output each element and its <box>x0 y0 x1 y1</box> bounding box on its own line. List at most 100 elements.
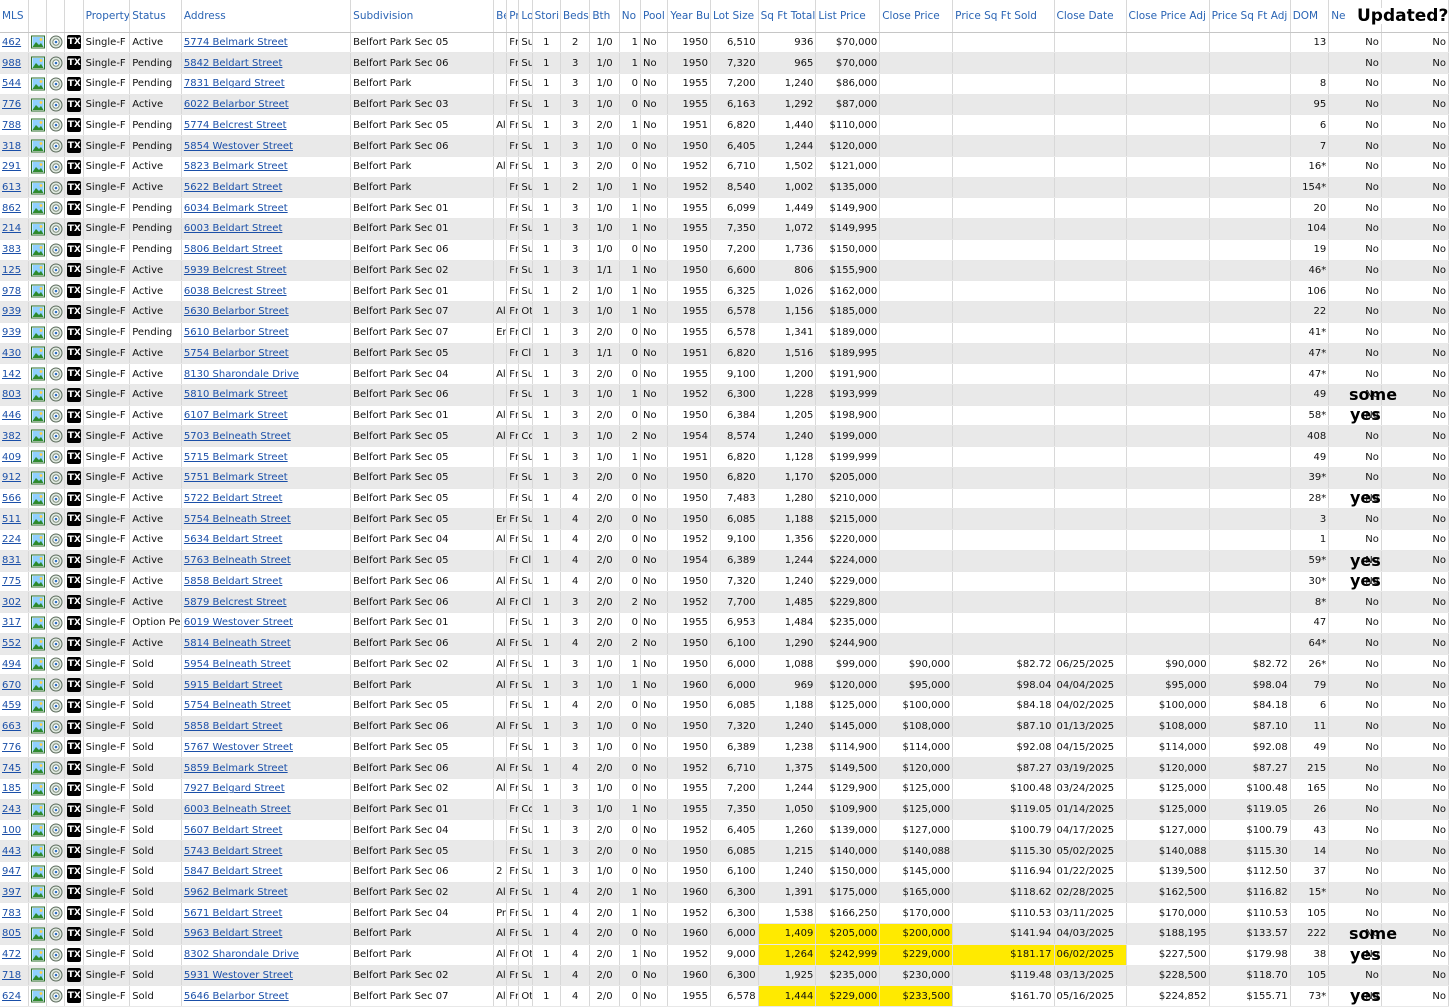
address-link[interactable]: 5858 Beldart Street <box>184 576 283 587</box>
table-row[interactable]: 397 TX Single-F Sold 5962 Belmark Street Belf… <box>0 882 1449 904</box>
address-link[interactable]: 5610 Belarbor Street <box>184 327 289 338</box>
address-link[interactable]: 6003 Belneath Street <box>184 804 291 815</box>
table-row[interactable]: 462 TX Single-F Active 5774 Belmark Street Be… <box>0 32 1449 54</box>
address-link[interactable]: 6034 Belmark Street <box>184 203 288 214</box>
address-link[interactable]: 6107 Belmark Street <box>184 410 288 421</box>
photo-icon[interactable] <box>30 139 45 153</box>
table-row[interactable]: 566 TX Single-F Active 5722 Beldart Street Be… <box>0 488 1449 510</box>
tx-badge-icon[interactable]: TX <box>67 885 82 900</box>
globe-icon[interactable] <box>49 968 63 982</box>
address-link[interactable]: 5823 Belmark Street <box>184 161 288 172</box>
column-header[interactable] <box>64 0 84 33</box>
photo-icon[interactable] <box>30 761 45 775</box>
column-header[interactable]: Status <box>129 0 182 33</box>
globe-icon[interactable] <box>49 657 63 671</box>
globe-icon[interactable] <box>49 181 63 194</box>
tx-badge-icon[interactable]: TX <box>67 284 82 299</box>
address-link[interactable]: 5854 Westover Street <box>184 141 293 152</box>
table-row[interactable]: 443 TX Single-F Sold 5743 Beldart Street Belf… <box>0 840 1449 862</box>
address-link[interactable]: 5939 Belcrest Street <box>184 265 287 276</box>
photo-icon[interactable] <box>30 968 45 982</box>
address-link[interactable]: 5879 Belcrest Street <box>184 597 287 608</box>
mls-link[interactable]: 291 <box>2 161 21 172</box>
tx-badge-icon[interactable]: TX <box>67 926 82 941</box>
photo-icon[interactable] <box>30 906 45 920</box>
tx-badge-icon[interactable]: TX <box>67 450 82 465</box>
globe-icon[interactable] <box>49 263 63 277</box>
address-link[interactable]: 5767 Westover Street <box>184 742 293 753</box>
mls-link[interactable]: 462 <box>2 37 21 48</box>
tx-badge-icon[interactable]: TX <box>67 574 82 589</box>
tx-badge-icon[interactable]: TX <box>67 615 82 630</box>
table-row[interactable]: 912 TX Single-F Active 5751 Belmark Street Be… <box>0 467 1449 489</box>
address-link[interactable]: 8302 Sharondale Drive <box>184 949 299 960</box>
address-link[interactable]: 6003 Beldart Street <box>184 223 283 234</box>
table-row[interactable]: 718 TX Single-F Sold 5931 Westover Street Bel… <box>0 965 1449 987</box>
globe-icon[interactable] <box>49 803 63 817</box>
photo-icon[interactable] <box>30 222 45 236</box>
photo-icon[interactable] <box>30 305 45 319</box>
globe-icon[interactable] <box>49 989 63 1003</box>
tx-badge-icon[interactable]: TX <box>67 906 82 921</box>
table-row[interactable]: 776 TX Single-F Sold 5767 Westover Street Bel… <box>0 736 1449 759</box>
mls-link[interactable]: 125 <box>2 265 21 276</box>
photo-icon[interactable] <box>30 616 45 630</box>
address-link[interactable]: 5722 Beldart Street <box>184 493 283 504</box>
table-row[interactable]: 382 TX Single-F Active 5703 Belneath Street B… <box>0 425 1449 448</box>
mls-link[interactable]: 409 <box>2 452 21 463</box>
tx-badge-icon[interactable]: TX <box>67 139 82 154</box>
mls-link[interactable]: 624 <box>2 991 21 1002</box>
globe-icon[interactable] <box>49 948 63 962</box>
tx-badge-icon[interactable]: TX <box>67 657 82 672</box>
mls-link[interactable]: 566 <box>2 493 21 504</box>
tx-badge-icon[interactable]: TX <box>67 118 82 133</box>
tx-badge-icon[interactable]: TX <box>67 491 82 506</box>
globe-icon[interactable] <box>49 77 63 91</box>
tx-badge-icon[interactable]: TX <box>67 947 82 962</box>
globe-icon[interactable] <box>49 243 63 257</box>
tx-badge-icon[interactable]: TX <box>67 802 82 817</box>
address-link[interactable]: 5847 Beldart Street <box>184 866 283 877</box>
column-header[interactable]: Year Bu <box>667 0 711 33</box>
mls-link[interactable]: 100 <box>2 825 21 836</box>
address-link[interactable]: 5671 Beldart Street <box>184 908 283 919</box>
globe-icon[interactable] <box>49 927 63 941</box>
mls-link[interactable]: 552 <box>2 638 21 649</box>
globe-icon[interactable] <box>49 823 63 837</box>
tx-badge-icon[interactable]: TX <box>67 325 82 340</box>
mls-link[interactable]: 382 <box>2 431 21 442</box>
mls-link[interactable]: 670 <box>2 680 21 691</box>
globe-icon[interactable] <box>49 284 63 298</box>
table-row[interactable]: 670 TX Single-F Sold 5915 Beldart Street Belf… <box>0 674 1449 696</box>
address-link[interactable]: 6022 Belarbor Street <box>184 99 289 110</box>
mls-link[interactable]: 912 <box>2 472 21 483</box>
address-link[interactable]: 5774 Belcrest Street <box>184 120 287 131</box>
column-header[interactable]: Address <box>181 0 352 33</box>
address-link[interactable]: 5810 Belmark Street <box>184 389 288 400</box>
photo-icon[interactable] <box>30 56 45 70</box>
tx-badge-icon[interactable]: TX <box>67 367 82 382</box>
photo-icon[interactable] <box>30 595 45 609</box>
photo-icon[interactable] <box>30 35 45 49</box>
table-row[interactable]: 494 TX Single-F Sold 5954 Belneath Street Bel… <box>0 654 1449 676</box>
tx-badge-icon[interactable]: TX <box>67 989 82 1004</box>
table-row[interactable]: 446 TX Single-F Active 6107 Belmark Street Be… <box>0 405 1449 427</box>
tx-badge-icon[interactable]: TX <box>67 678 82 693</box>
column-header[interactable]: DOM <box>1290 0 1330 33</box>
table-row[interactable]: 776 TX Single-F Active 6022 Belarbor Street B… <box>0 94 1449 116</box>
column-header[interactable]: Property <box>83 0 131 33</box>
photo-icon[interactable] <box>30 492 45 506</box>
photo-icon[interactable] <box>30 803 45 817</box>
photo-icon[interactable] <box>30 989 45 1003</box>
photo-icon[interactable] <box>30 346 45 360</box>
tx-badge-icon[interactable]: TX <box>67 781 82 796</box>
table-row[interactable]: 185 TX Single-F Sold 7927 Belgard Street Belf… <box>0 778 1449 800</box>
column-header[interactable]: Bth <box>589 0 620 33</box>
table-row[interactable]: 939 TX Single-F Active 5630 Belarbor Street B… <box>0 301 1449 323</box>
mls-link[interactable]: 397 <box>2 887 21 898</box>
tx-badge-icon[interactable]: TX <box>67 346 82 361</box>
photo-icon[interactable] <box>30 574 45 588</box>
tx-badge-icon[interactable]: TX <box>67 429 82 444</box>
globe-icon[interactable] <box>49 139 63 153</box>
tx-badge-icon[interactable]: TX <box>67 56 82 71</box>
